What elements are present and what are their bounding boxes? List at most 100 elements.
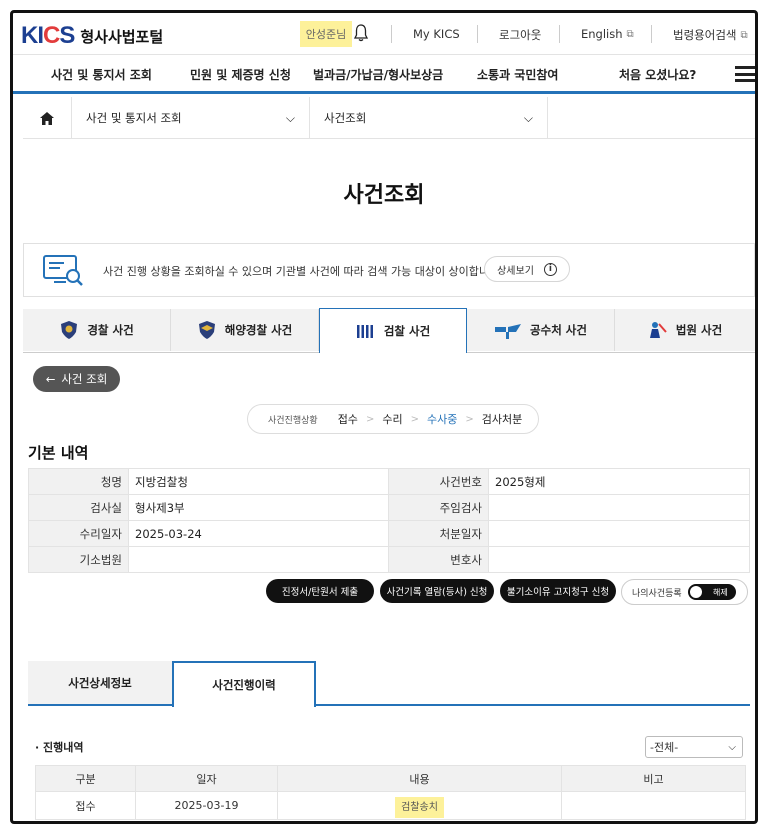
info-box: 사건 진행 상황을 조회하실 수 있으며 기관별 사건에 따라 검색 가능 대상…	[23, 243, 755, 297]
label-prosecutor-room: 검사실	[28, 494, 129, 521]
history-title: · 진행내역	[35, 741, 84, 754]
home-button[interactable]	[23, 97, 71, 139]
label-case-number: 사건번호	[388, 468, 489, 495]
cell-type: 접수	[35, 791, 136, 820]
value-lead-prosecutor	[488, 494, 750, 521]
chevron-down-icon: ⌵	[285, 110, 295, 125]
site-logo[interactable]: KICS 형사사법포털	[21, 22, 163, 50]
toggle-label: 해제	[712, 587, 728, 597]
tab-police[interactable]: 경찰 사건	[23, 309, 171, 351]
tab-prosecution[interactable]: 검찰 사건	[319, 308, 467, 353]
util-link-label: English	[581, 27, 623, 41]
progress-step-disposition: 검사처분	[481, 413, 523, 426]
info-text: 사건 진행 상황을 조회하실 수 있으며 기관별 사건에 따라 검색 가능 대상…	[103, 265, 503, 278]
progress-step-received: 접수	[337, 413, 358, 426]
non-indictment-reason-button[interactable]: 불기소이유 고지청구 신청	[500, 579, 616, 603]
record-view-request-button[interactable]: 사건기록 열람(등사) 신청	[380, 579, 494, 603]
my-case-label: 나의사건등록	[632, 588, 682, 599]
tab-label: 해양경찰 사건	[224, 323, 293, 337]
tab-label: 공수처 사건	[530, 323, 587, 337]
util-link-glossary[interactable]: 법령용어검색 ⧉	[673, 27, 748, 43]
cell-note	[561, 791, 746, 820]
tab-label: 검찰 사건	[383, 324, 431, 338]
breadcrumb-level1-select[interactable]: 사건 및 통지서 조회 ⌵	[71, 97, 309, 139]
util-link-mykics[interactable]: My KICS	[413, 27, 460, 41]
progress-step-investigating: 수사중	[426, 413, 458, 426]
case-progress-bar: 사건진행상황 접수 > 수리 > 수사중 > 검사처분	[247, 404, 539, 434]
breadcrumb: 사건 및 통지서 조회 ⌵ 사건조회 ⌵	[23, 97, 755, 139]
history-table: 구분 일자 내용 비고 접수 2025-03-19 검찰송치	[35, 765, 746, 820]
tab-coast-guard[interactable]: 해양경찰 사건	[171, 309, 319, 351]
table-row: 청명 지방검찰청 사건번호 2025형제	[28, 468, 750, 495]
main-nav: 사건 및 통지서 조회 민원 및 제증명 신청 벌과금/가납금/형사보상금 소통…	[13, 56, 755, 94]
detail-view-button[interactable]: 상세보기 i	[484, 256, 570, 282]
detail-view-label: 상세보기	[497, 265, 534, 277]
back-button-label: 사건 조회	[61, 372, 108, 386]
info-icon: i	[543, 262, 557, 276]
nav-item-civil[interactable]: 민원 및 제증명 신청	[190, 66, 291, 83]
tab-cio[interactable]: 공수처 사건	[467, 309, 615, 351]
label-office: 청명	[28, 468, 129, 495]
app-frame: KICS 형사사법포털 안성준님 My KICS 로그아웃 English ⧉ 법…	[10, 10, 758, 824]
table-header-row: 구분 일자 내용 비고	[35, 765, 746, 792]
value-court	[128, 546, 389, 573]
tab-label: 경찰 사건	[87, 323, 134, 337]
breadcrumb-level1-label: 사건 및 통지서 조회	[86, 111, 182, 125]
top-bar: KICS 형사사법포털 안성준님 My KICS 로그아웃 English ⧉ 법…	[13, 13, 755, 55]
page-title: 사건조회	[343, 183, 425, 208]
value-lawyer	[488, 546, 750, 573]
court-emblem-icon	[649, 322, 667, 338]
progress-step-accepted: 수리	[382, 413, 403, 426]
tab-case-detail[interactable]: 사건상세정보	[28, 661, 172, 704]
coast-guard-emblem-icon	[198, 321, 215, 339]
util-link-logout[interactable]: 로그아웃	[499, 27, 541, 43]
my-case-register: 나의사건등록 해제	[621, 579, 748, 605]
breadcrumb-level2-label: 사건조회	[324, 111, 367, 125]
value-prosecutor-room: 형사제3부	[128, 494, 389, 521]
util-link-label: My KICS	[413, 27, 460, 41]
util-link-english[interactable]: English ⧉	[581, 27, 634, 41]
user-name-badge[interactable]: 안성준님	[300, 21, 352, 47]
breadcrumb-level2-select[interactable]: 사건조회 ⌵	[309, 97, 547, 139]
divider	[477, 25, 478, 43]
basic-info-title: 기본 내역	[28, 444, 89, 462]
basic-info-table: 청명 지방검찰청 사건번호 2025형제 검사실 형사제3부 주임검사 수리일자…	[28, 468, 750, 573]
divider	[559, 25, 560, 43]
col-header-note: 비고	[561, 765, 746, 792]
nav-item-case-search[interactable]: 사건 및 통지서 조회	[51, 66, 152, 83]
util-link-label: 법령용어검색	[673, 28, 737, 42]
logo-kics-mark: KICS	[21, 22, 75, 49]
nav-item-fines[interactable]: 벌과금/가납금/형사보상금	[313, 66, 443, 83]
content-highlight: 검찰송치	[395, 797, 444, 818]
tab-case-history[interactable]: 사건진행이력	[172, 661, 316, 707]
table-row: 기소법원 변호사	[28, 546, 750, 573]
label-lawyer: 변호사	[388, 546, 489, 573]
cell-content: 검찰송치	[277, 791, 562, 820]
chevron-right-icon: >	[465, 413, 474, 425]
history-filter-select[interactable]: -전체- ⌵	[645, 736, 743, 758]
nav-item-first-visit[interactable]: 처음 오셨나요?	[619, 66, 696, 83]
bell-icon[interactable]	[354, 24, 368, 42]
hamburger-menu-icon[interactable]	[735, 66, 755, 82]
chevron-down-icon: ⌵	[728, 741, 736, 753]
back-to-search-button[interactable]: ← 사건 조회	[33, 366, 120, 392]
divider	[391, 25, 392, 43]
cell-date: 2025-03-19	[135, 791, 278, 820]
value-office: 지방검찰청	[128, 468, 389, 495]
util-link-label: 로그아웃	[499, 28, 542, 42]
external-link-icon: ⧉	[626, 28, 634, 40]
nav-item-participation[interactable]: 소통과 국민참여	[477, 66, 558, 83]
value-disposition-date	[488, 520, 750, 547]
external-link-icon: ⧉	[740, 29, 748, 41]
police-emblem-icon	[61, 321, 78, 339]
col-header-date: 일자	[135, 765, 278, 792]
my-case-toggle[interactable]: 해제	[687, 584, 736, 600]
divider	[651, 25, 652, 43]
monitor-search-icon	[43, 255, 83, 286]
col-header-type: 구분	[35, 765, 136, 792]
progress-label: 사건진행상황	[268, 415, 318, 426]
tab-court[interactable]: 법원 사건	[615, 309, 755, 351]
table-row: 접수 2025-03-19 검찰송치	[35, 791, 746, 820]
petition-submit-button[interactable]: 진정서/탄원서 제출	[266, 579, 374, 603]
portal-name: 형사사법포털	[80, 27, 164, 46]
